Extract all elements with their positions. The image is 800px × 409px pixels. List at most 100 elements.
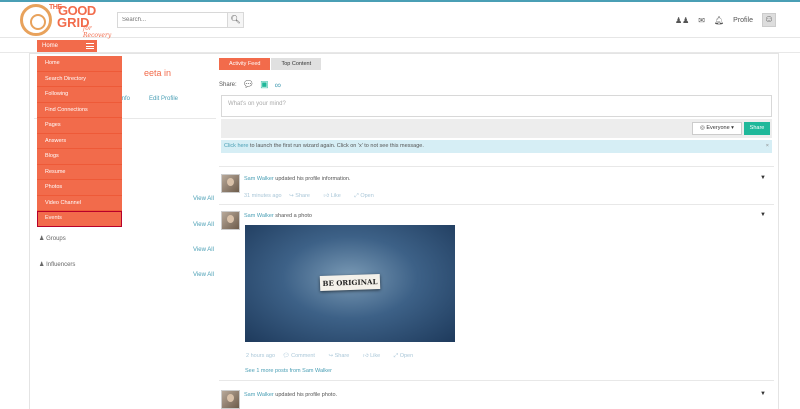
view-all-link[interactable]: View All: [193, 222, 214, 228]
open-action[interactable]: ⤢ Open: [354, 193, 379, 199]
menu-item-search-directory[interactable]: Search Directory: [37, 72, 122, 87]
status-textarea[interactable]: What's on your mind?: [221, 95, 772, 117]
groups-icon: ♟: [39, 236, 45, 242]
edit-profile-link[interactable]: Edit Profile: [149, 96, 178, 102]
home-dropdown-menu: Home Search Directory Following Find Con…: [37, 56, 122, 227]
chevron-down-icon[interactable]: ▼: [760, 212, 766, 218]
feed-item-text: Sam Walker shared a photo: [244, 213, 312, 219]
feed-meta: 2 hours ago 💬︎ Comment ↪ Share 👍︎ Like ⤢…: [246, 353, 425, 360]
feed-user-link[interactable]: Sam Walker: [244, 213, 274, 219]
influencers-label: Influencers: [46, 262, 76, 268]
menu-item-following[interactable]: Following: [37, 87, 122, 103]
search-input[interactable]: [118, 13, 228, 27]
photo-caption-paper: BE ORIGINAL: [319, 273, 381, 292]
shared-photo[interactable]: BE ORIGINAL: [245, 225, 455, 342]
open-action[interactable]: ⤢ Open: [394, 353, 419, 359]
user-avatar[interactable]: [221, 211, 240, 230]
profile-link[interactable]: Profile: [733, 17, 753, 24]
chevron-down-icon[interactable]: ▼: [760, 391, 766, 397]
open-action-label: Open: [399, 353, 414, 359]
feed-divider: [219, 166, 774, 167]
feed-item-text: Sam Walker updated his profile photo.: [244, 392, 337, 398]
top-navbar: THEGOOD GRID for Recovery 🔍︎ ♟♟ ✉ 🔔︎ Pro…: [0, 0, 800, 39]
like-action[interactable]: 👍︎ Like: [324, 193, 347, 199]
feed-action-text: updated his profile photo.: [275, 392, 338, 398]
composer-toolbar: ◎ Everyone ▾ Share: [221, 119, 772, 138]
home-menu-label: Home: [42, 43, 59, 49]
like-action-label: Like: [370, 353, 381, 359]
feed-divider: [219, 380, 774, 381]
menu-item-home[interactable]: Home: [37, 56, 122, 72]
feed-user-link[interactable]: Sam Walker: [244, 176, 274, 182]
logo-emblem: [20, 4, 52, 36]
like-action[interactable]: 👍︎ Like: [363, 353, 386, 359]
comment-action-label: Comment: [291, 353, 315, 359]
wizard-link[interactable]: Click here: [224, 143, 248, 149]
user-icon: ♟: [39, 262, 45, 268]
feed-tabs: Activity Feed Top Content: [219, 58, 322, 70]
groups-label: Groups: [46, 236, 66, 242]
envelope-icon[interactable]: ✉: [698, 16, 705, 25]
groups-section[interactable]: ♟ Groups: [39, 235, 66, 242]
menu-item-photos[interactable]: Photos: [37, 180, 122, 196]
share-label: Share:: [219, 81, 237, 88]
user-avatar-icon[interactable]: ☺: [762, 13, 776, 27]
comment-icon[interactable]: 💬︎: [243, 79, 254, 90]
photo-icon[interactable]: ▣: [260, 79, 269, 90]
bell-icon[interactable]: 🔔︎: [714, 16, 724, 25]
users-icon[interactable]: ♟♟: [675, 16, 689, 25]
logo-text-the: THE: [49, 4, 62, 11]
menu-item-resume[interactable]: Resume: [37, 165, 122, 180]
feed-action-text: updated his profile information.: [275, 176, 351, 182]
feed-user-link[interactable]: Sam Walker: [244, 392, 274, 398]
user-avatar[interactable]: [221, 390, 240, 409]
link-icon[interactable]: ∞: [275, 80, 281, 90]
share-action-label: Share: [295, 193, 310, 199]
feed-divider: [219, 204, 774, 205]
feed-item-text: Sam Walker updated his profile informati…: [244, 176, 351, 182]
menu-item-answers[interactable]: Answers: [37, 134, 122, 149]
share-button[interactable]: Share: [744, 122, 770, 135]
hamburger-icon: [86, 43, 94, 49]
search-box: 🔍︎: [117, 12, 244, 28]
share-options: Share: 💬︎ ▣ ∞: [219, 79, 281, 90]
menu-item-find-connections[interactable]: Find Connections: [37, 103, 122, 118]
view-all-link[interactable]: View All: [193, 196, 214, 202]
view-all-link[interactable]: View All: [193, 247, 214, 253]
chevron-down-icon[interactable]: ▼: [760, 175, 766, 181]
open-action-label: Open: [360, 193, 374, 199]
user-avatar[interactable]: [221, 174, 240, 193]
influencers-section[interactable]: ♟ Influencers: [39, 261, 75, 268]
audience-select[interactable]: ◎ Everyone ▾: [692, 122, 742, 135]
feed-timestamp: 2 hours ago: [246, 353, 276, 359]
share-action[interactable]: ↪ Share: [289, 193, 316, 199]
profile-name[interactable]: eeta in: [144, 68, 171, 78]
wizard-notice: Click here to launch the first run wizar…: [221, 140, 772, 153]
menu-item-blogs[interactable]: Blogs: [37, 149, 122, 165]
feed-meta: 31 minutes ago ↪ Share 👍︎ Like ⤢ Open: [244, 193, 386, 200]
audience-value: Everyone: [706, 125, 730, 131]
feed-timestamp: 31 minutes ago: [244, 193, 282, 199]
feed-item: Sam Walker updated his profile photo. ▼: [221, 390, 774, 409]
menu-item-events[interactable]: Events: [37, 211, 122, 227]
tab-top-content[interactable]: Top Content: [271, 58, 322, 70]
search-icon: 🔍︎: [230, 15, 241, 24]
menu-item-pages[interactable]: Pages: [37, 118, 122, 134]
home-menu-button[interactable]: Home: [37, 40, 97, 52]
share-action-label: Share: [334, 353, 350, 359]
see-more-posts-link[interactable]: See 1 more posts from Sam Walker: [245, 368, 332, 374]
close-icon[interactable]: ×: [766, 140, 769, 153]
feed-item: Sam Walker updated his profile informati…: [221, 174, 774, 204]
view-all-link[interactable]: View All: [193, 272, 214, 278]
like-action-label: Like: [330, 193, 341, 199]
comment-action[interactable]: 💬︎ Comment: [283, 353, 321, 359]
tab-activity-feed[interactable]: Activity Feed: [219, 58, 271, 70]
wizard-text: to launch the first run wizard again. Cl…: [248, 143, 424, 149]
menu-item-video-channel[interactable]: Video Channel: [37, 196, 122, 211]
globe-icon: ◎: [700, 125, 705, 131]
logo-tagline: for Recovery: [83, 25, 112, 39]
site-logo[interactable]: THEGOOD GRID for Recovery: [20, 4, 115, 39]
search-button[interactable]: 🔍︎: [227, 13, 243, 27]
top-icons: ♟♟ ✉ 🔔︎ Profile ☺: [675, 12, 776, 28]
share-action[interactable]: ↪ Share: [328, 353, 355, 359]
